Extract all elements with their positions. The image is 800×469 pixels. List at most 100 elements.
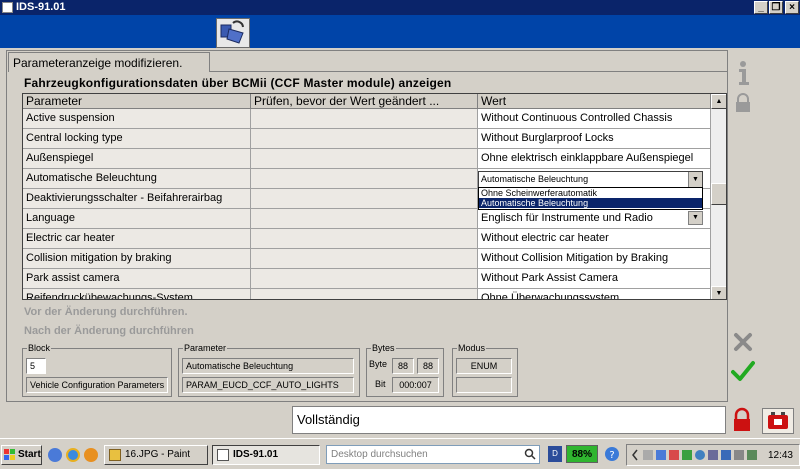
- toolbox-icon[interactable]: [216, 18, 250, 48]
- mode-value: ENUM: [456, 358, 512, 374]
- row-parameter: Reifendruckübewachungs-System: [23, 289, 251, 299]
- window-titlebar: IDS-91.01: [0, 0, 800, 15]
- table-row[interactable]: Park assist camera Without Park Assist C…: [23, 269, 711, 289]
- table-row[interactable]: Language Englisch für Instrumente und Ra…: [23, 209, 711, 229]
- tray-icon[interactable]: [695, 450, 705, 460]
- minimize-button[interactable]: _: [754, 1, 768, 14]
- tray-icon[interactable]: [682, 450, 692, 460]
- app-icon: [2, 2, 13, 13]
- search-icon[interactable]: [524, 448, 536, 460]
- browser-quicklaunch-icon[interactable]: [66, 448, 80, 462]
- row-parameter: Active suspension: [23, 109, 251, 129]
- row-check: [251, 289, 478, 299]
- desktop-icon[interactable]: D: [548, 446, 562, 462]
- status-field: Vollständig: [292, 406, 726, 434]
- table-row[interactable]: Reifendruckübewachungs-System Ohne Überw…: [23, 289, 711, 299]
- chevron-down-icon[interactable]: ▼: [688, 172, 702, 187]
- clock[interactable]: 12:43: [768, 448, 793, 464]
- row-value[interactable]: Without Park Assist Camera: [478, 269, 711, 289]
- row-value[interactable]: Without electric car heater: [478, 229, 711, 249]
- hint-before: Vor der Änderung durchführen.: [24, 306, 188, 318]
- taskbar: Start 16.JPG - Paint IDS-91.01 Desktop d…: [0, 438, 800, 469]
- byte-value-2: 88: [417, 358, 439, 374]
- table-row[interactable]: Collision mitigation by braking Without …: [23, 249, 711, 269]
- grid-scrollbar[interactable]: ▲ ▼: [711, 94, 726, 299]
- tray-icon[interactable]: [747, 450, 757, 460]
- tray-icon[interactable]: [669, 450, 679, 460]
- taskbar-item-paint[interactable]: 16.JPG - Paint: [104, 445, 208, 465]
- toolbar: [0, 15, 800, 48]
- row-check: [251, 169, 478, 189]
- chevron-down-icon[interactable]: ▼: [688, 211, 703, 225]
- row-check: [251, 209, 478, 229]
- block-number: 5: [26, 358, 46, 374]
- svg-text:?: ?: [609, 450, 614, 461]
- parameter-name: Automatische Beleuchtung: [182, 358, 354, 374]
- vehicle-battery-icon[interactable]: [762, 408, 794, 434]
- row-check: [251, 149, 478, 169]
- byte-value-1: 88: [392, 358, 414, 374]
- close-button[interactable]: ×: [785, 1, 799, 14]
- windows-logo-icon: [4, 449, 16, 461]
- taskbar-item-ids[interactable]: IDS-91.01: [212, 445, 320, 465]
- ids-app-icon: [217, 449, 229, 461]
- search-placeholder: Desktop durchsuchen: [331, 449, 428, 460]
- row-value[interactable]: Englisch für Instrumente und Radio: [478, 209, 711, 229]
- parameter-legend: Parameter: [184, 343, 227, 353]
- mode-empty-field: [456, 377, 512, 393]
- column-header-parameter[interactable]: Parameter: [23, 94, 251, 109]
- tray-icon[interactable]: [708, 450, 718, 460]
- battery-indicator: 88%: [566, 445, 598, 463]
- column-header-check[interactable]: Prüfen, bevor der Wert geändert ...: [251, 94, 478, 109]
- confirm-check-icon[interactable]: [731, 360, 755, 382]
- table-row[interactable]: Active suspension Without Continuous Con…: [23, 109, 711, 129]
- row-value[interactable]: Without Collision Mitigation by Braking: [478, 249, 711, 269]
- scroll-up-button[interactable]: ▲: [711, 94, 726, 109]
- restore-button[interactable]: ❐: [769, 1, 783, 14]
- ids-task-label: IDS-91.01: [233, 449, 279, 460]
- tray-icon[interactable]: [721, 450, 731, 460]
- dropdown-option[interactable]: Ohne Scheinwerferautomatik: [479, 188, 702, 198]
- cancel-icon[interactable]: [733, 332, 753, 352]
- table-row[interactable]: Central locking type Without Burglarproo…: [23, 129, 711, 149]
- chevron-left-icon[interactable]: [631, 449, 639, 461]
- lock-icon[interactable]: [734, 93, 752, 113]
- tab-parameter-modify[interactable]: Parameteranzeige modifizieren.: [8, 52, 210, 72]
- panel-subtitle: Fahrzeugkonfigurationsdaten über BCMii (…: [24, 76, 452, 90]
- row-check: [251, 249, 478, 269]
- column-header-value[interactable]: Wert: [478, 94, 711, 109]
- volume-icon[interactable]: [734, 450, 744, 460]
- row-check: [251, 109, 478, 129]
- help-icon[interactable]: ?: [604, 446, 620, 462]
- paint-icon: [109, 449, 121, 461]
- row-value[interactable]: Ohne elektrisch einklappbare Außenspiege…: [478, 149, 711, 169]
- network-icon[interactable]: [656, 450, 666, 460]
- byte-label: Byte: [369, 359, 388, 369]
- row-check: [251, 189, 478, 209]
- scroll-down-button[interactable]: ▼: [711, 286, 726, 299]
- bytes-legend: Bytes: [372, 343, 395, 353]
- start-button[interactable]: Start: [1, 445, 42, 465]
- scroll-thumb[interactable]: [711, 183, 726, 205]
- desktop-quicklaunch-icon[interactable]: [48, 448, 62, 462]
- hint-after: Nach der Änderung durchführen: [24, 325, 194, 337]
- tray-icon[interactable]: [643, 450, 653, 460]
- info-icon[interactable]: [734, 60, 752, 86]
- dropdown-list[interactable]: Ohne Scheinwerferautomatik Automatische …: [478, 187, 703, 210]
- desktop-search-input[interactable]: Desktop durchsuchen: [326, 445, 540, 464]
- row-value[interactable]: Ohne Überwachungssystem: [478, 289, 711, 299]
- row-parameter: Central locking type: [23, 129, 251, 149]
- media-quicklaunch-icon[interactable]: [84, 448, 98, 462]
- table-row[interactable]: Electric car heater Without electric car…: [23, 229, 711, 249]
- dropdown-option-selected[interactable]: Automatische Beleuchtung: [479, 198, 702, 208]
- table-row[interactable]: Außenspiegel Ohne elektrisch einklappbar…: [23, 149, 711, 169]
- row-check: [251, 229, 478, 249]
- value-combobox[interactable]: Automatische Beleuchtung ▼: [478, 171, 703, 188]
- row-parameter: Außenspiegel: [23, 149, 251, 169]
- row-parameter: Park assist camera: [23, 269, 251, 289]
- row-check: [251, 129, 478, 149]
- row-parameter: Automatische Beleuchtung: [23, 169, 251, 189]
- row-value[interactable]: Without Continuous Controlled Chassis: [478, 109, 711, 129]
- row-value[interactable]: Without Burglarproof Locks: [478, 129, 711, 149]
- red-lock-icon[interactable]: [731, 407, 753, 433]
